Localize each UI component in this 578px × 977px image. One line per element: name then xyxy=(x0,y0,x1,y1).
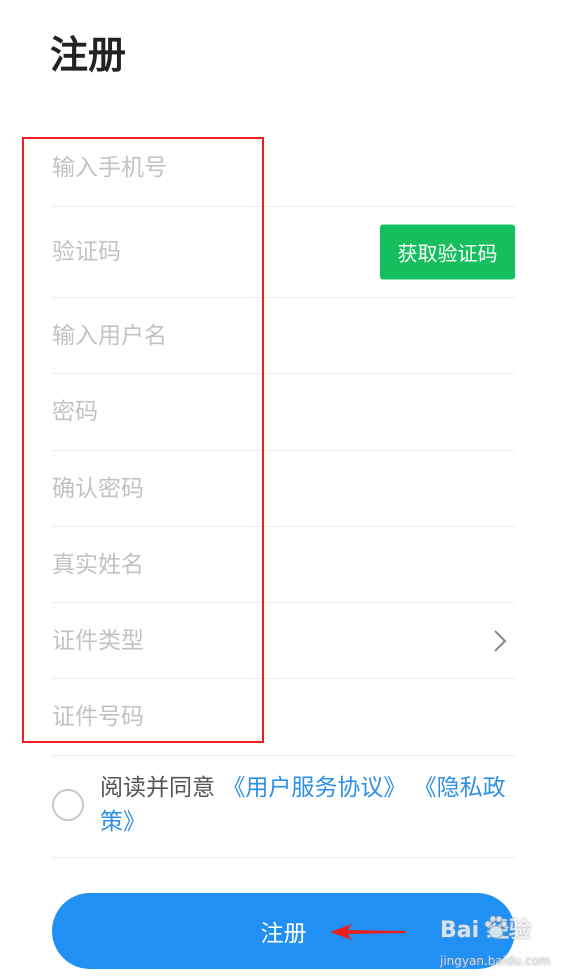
verification-code-row: 获取验证码 xyxy=(52,207,515,298)
phone-row xyxy=(52,130,515,207)
agreement-prefix: 阅读并同意 xyxy=(100,775,215,801)
confirm-password-row xyxy=(52,451,515,527)
phone-input[interactable] xyxy=(52,155,352,181)
id-number-input[interactable] xyxy=(52,704,352,730)
username-input[interactable] xyxy=(52,322,352,349)
agreement-row: 阅读并同意 《用户服务协议》 《隐私政策》 xyxy=(52,756,515,858)
confirm-password-input[interactable] xyxy=(52,475,352,502)
real-name-input[interactable] xyxy=(52,551,352,578)
id-type-input[interactable] xyxy=(52,627,352,654)
id-type-select[interactable] xyxy=(52,603,515,679)
agreement-radio[interactable] xyxy=(52,789,84,821)
page-title: 注册 xyxy=(50,33,127,77)
real-name-row xyxy=(52,527,515,603)
chevron-right-icon xyxy=(494,629,507,652)
get-code-button[interactable]: 获取验证码 xyxy=(380,224,515,280)
register-button[interactable]: 注册 xyxy=(52,893,515,969)
id-number-row xyxy=(52,679,515,756)
user-agreement-link[interactable]: 《用户服务协议》 xyxy=(222,775,406,801)
verification-code-input[interactable] xyxy=(52,239,342,265)
agreement-text: 阅读并同意 《用户服务协议》 《隐私政策》 xyxy=(100,771,510,839)
password-input[interactable] xyxy=(52,399,352,425)
password-row xyxy=(52,374,515,451)
username-row xyxy=(52,298,515,374)
